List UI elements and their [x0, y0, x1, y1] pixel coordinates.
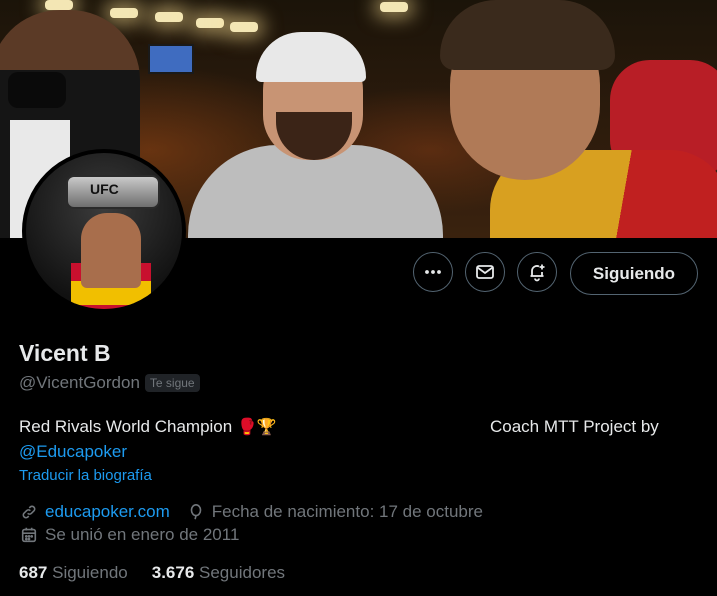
joined-text: Se unió en enero de 2011 — [45, 525, 240, 544]
followers-stat[interactable]: 3.676 Seguidores — [152, 563, 285, 583]
following-button[interactable]: Siguiendo — [570, 252, 698, 295]
birthday-text: Fecha de nacimiento: 17 de octubre — [211, 502, 483, 521]
profile-name: Vicent B — [19, 340, 111, 366]
bell-plus-icon — [530, 264, 545, 282]
profile-handle: @VicentGordon — [19, 373, 140, 392]
bio-mention-link[interactable]: @Educapoker — [19, 440, 699, 464]
boxing-glove-icon: 🥊 — [236, 419, 257, 436]
banner-light — [380, 2, 408, 12]
avatar-fighter — [81, 213, 141, 288]
website-link[interactable]: educapoker.com — [45, 502, 170, 522]
mail-icon — [476, 265, 494, 279]
trophy-icon: 🏆 — [256, 419, 277, 436]
follow-stats: 687 Siguiendo 3.676 Seguidores — [19, 563, 285, 583]
banner-person — [430, 0, 717, 238]
follows-you-badge: Te sigue — [144, 374, 200, 392]
following-label: Siguiendo — [52, 563, 128, 582]
banner-person — [188, 20, 443, 238]
more-button[interactable] — [413, 252, 453, 292]
balloon-icon — [186, 502, 206, 522]
profile-meta-joined: Se unió en enero de 2011 — [19, 525, 239, 545]
banner-light — [45, 0, 73, 10]
bio-coach-text: Coach MTT Project by — [490, 417, 659, 436]
avatar[interactable]: UFC — [22, 149, 186, 313]
profile-bio: Red Rivals World Champion 🥊🏆 Coach MTT P… — [19, 415, 699, 464]
more-icon — [425, 270, 441, 274]
notifications-button[interactable] — [517, 252, 557, 292]
translate-bio-link[interactable]: Traducir la biografía — [19, 467, 152, 484]
calendar-icon — [19, 525, 39, 545]
avatar-belt-text: UFC — [90, 181, 119, 197]
banner-light — [155, 12, 183, 22]
handle-row: @VicentGordon Te sigue — [19, 373, 200, 393]
bio-text: Red Rivals World Champion — [19, 417, 233, 436]
link-icon — [19, 502, 39, 522]
banner-light — [110, 8, 138, 18]
following-count: 687 — [19, 563, 48, 582]
profile-meta: educapoker.com Fecha de nacimiento: 17 d… — [19, 502, 483, 522]
message-button[interactable] — [465, 252, 505, 292]
followers-count: 3.676 — [151, 563, 195, 582]
following-stat[interactable]: 687 Siguiendo — [19, 563, 128, 583]
followers-label: Seguidores — [199, 563, 286, 582]
